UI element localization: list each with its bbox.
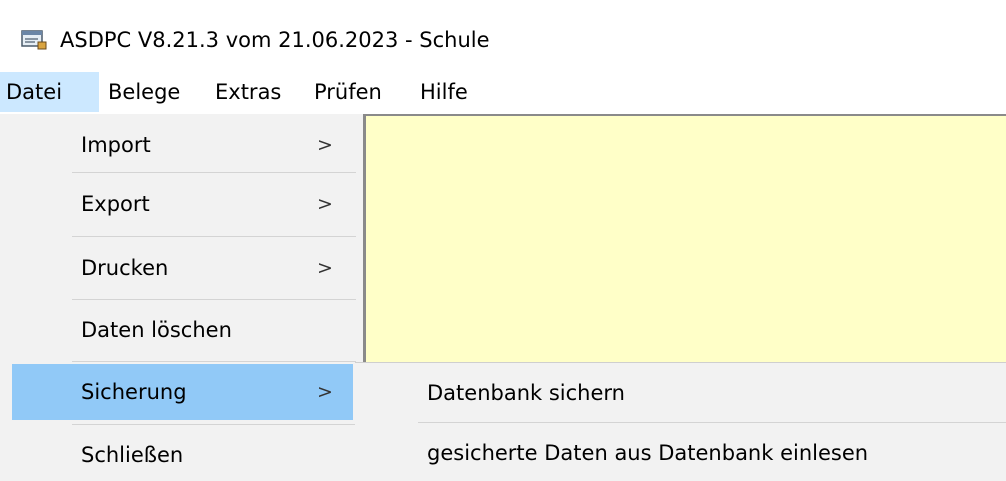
menu-item-sicherung[interactable]: Sicherung >	[12, 364, 353, 420]
submenu-item-daten-einlesen[interactable]: gesicherte Daten aus Datenbank einlesen	[355, 425, 1006, 481]
menu-item-export[interactable]: Export >	[12, 176, 353, 232]
chevron-right-icon: >	[317, 381, 333, 403]
menu-extras[interactable]: Extras	[215, 72, 281, 112]
menu-separator	[72, 236, 356, 237]
menu-bar: Datei Belege Extras Prüfen Hilfe	[0, 72, 1006, 112]
submenu-item-datenbank-sichern[interactable]: Datenbank sichern	[355, 365, 1006, 421]
menu-item-label: Drucken	[81, 256, 169, 280]
chevron-right-icon: >	[317, 193, 333, 215]
application-window: ASDPC V8.21.3 vom 21.06.2023 - Schule Da…	[0, 0, 1006, 481]
datei-dropdown-menu: Import > Export > Drucken > Daten lösche…	[0, 114, 363, 481]
submenu-item-label: Datenbank sichern	[427, 381, 625, 405]
menu-item-drucken[interactable]: Drucken >	[12, 240, 353, 296]
menu-item-label: Sicherung	[81, 380, 187, 404]
chevron-right-icon: >	[317, 257, 333, 279]
chevron-right-icon: >	[317, 134, 333, 156]
menu-separator	[418, 422, 1006, 423]
menu-hilfe[interactable]: Hilfe	[420, 72, 468, 112]
main-client-area	[363, 114, 1006, 364]
menu-separator	[72, 424, 356, 425]
menu-item-schliessen[interactable]: Schließen	[12, 427, 353, 481]
menu-item-label: Export	[81, 192, 150, 216]
menu-pruefen[interactable]: Prüfen	[314, 72, 382, 112]
menu-item-label: Import	[81, 133, 151, 157]
menu-item-label: Schließen	[81, 443, 184, 467]
menu-item-daten-loeschen[interactable]: Daten löschen	[12, 302, 353, 358]
menu-separator	[72, 361, 356, 362]
app-icon	[21, 30, 47, 50]
menu-item-import[interactable]: Import >	[12, 117, 353, 173]
menu-separator	[72, 299, 356, 300]
title-bar: ASDPC V8.21.3 vom 21.06.2023 - Schule	[0, 0, 1006, 72]
window-title: ASDPC V8.21.3 vom 21.06.2023 - Schule	[60, 28, 490, 52]
menu-belege[interactable]: Belege	[108, 72, 180, 112]
menu-item-label: Daten löschen	[81, 318, 232, 342]
menu-separator	[72, 172, 356, 173]
sicherung-submenu: Datenbank sichern gesicherte Daten aus D…	[355, 362, 1006, 481]
submenu-item-label: gesicherte Daten aus Datenbank einlesen	[427, 441, 869, 465]
menu-datei[interactable]: Datei	[0, 72, 99, 112]
